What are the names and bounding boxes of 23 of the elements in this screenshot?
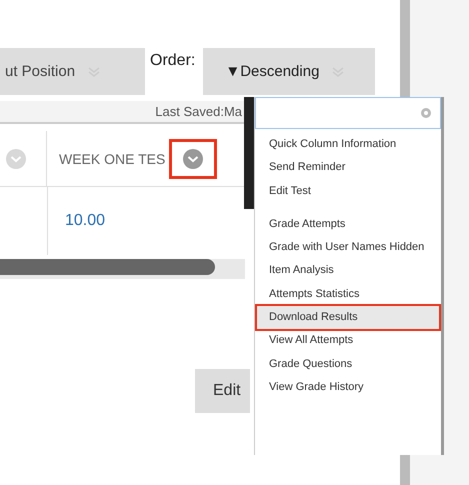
order-dropdown[interactable]: ▼Descending	[203, 48, 376, 95]
menu-item[interactable]: Item Analysis	[255, 259, 435, 283]
order-label: Order:	[149, 51, 196, 70]
column-header: WEEK ONE TES	[59, 150, 166, 166]
last-saved-text: Last Saved:Ma	[155, 104, 242, 119]
menu-item[interactable]: Attempts Statistics	[255, 282, 435, 306]
chevron-down-icon[interactable]	[5, 148, 27, 170]
menu-item[interactable]: Grade Attempts	[255, 212, 435, 236]
menu-item[interactable]: View All Attempts	[255, 329, 435, 353]
menu-item[interactable]: Quick Column Information	[255, 133, 435, 156]
grade-link[interactable]: 10.00	[65, 212, 106, 230]
menu-item[interactable]: View Grade History	[255, 376, 435, 400]
clear-icon[interactable]	[420, 107, 432, 119]
menu-item[interactable]: Grade Questions	[255, 352, 435, 376]
edit-button[interactable]: Edit	[195, 369, 250, 413]
menu-item[interactable]: Download Results	[257, 306, 439, 330]
scrollbar-thumb[interactable]	[0, 259, 215, 275]
sort-dropdown[interactable]: ut Position	[0, 48, 145, 95]
menu-item[interactable]: Grade with User Names Hidden	[255, 236, 435, 260]
menu-item[interactable]: Send Reminder	[255, 156, 435, 180]
chevron-down-icon[interactable]	[182, 148, 204, 170]
menu-item[interactable]: Edit Test	[255, 180, 435, 203]
search-field[interactable]	[255, 97, 441, 129]
